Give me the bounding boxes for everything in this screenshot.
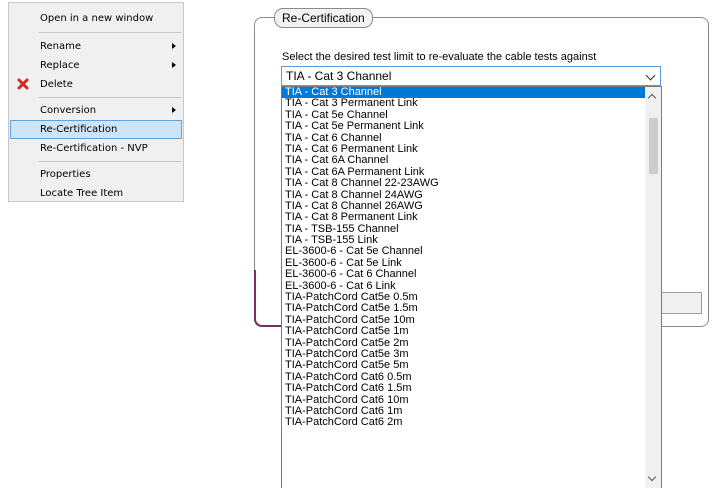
menu-separator: [39, 97, 181, 98]
menu-item-locate-tree-item[interactable]: Locate Tree Item: [10, 184, 182, 203]
menu-item-label: Open in a new window: [40, 13, 154, 24]
dropdown-option[interactable]: TIA - Cat 5e Permanent Link: [282, 120, 661, 132]
chevron-down-icon[interactable]: [645, 70, 656, 81]
menu-item-label: Conversion: [40, 105, 97, 116]
menu-item-delete[interactable]: Delete: [10, 75, 182, 94]
dropdown-option[interactable]: TIA-PatchCord Cat6 2m: [282, 416, 661, 428]
submenu-arrow-icon: [172, 43, 176, 49]
dropdown-option[interactable]: TIA-PatchCord Cat5e 1m: [282, 325, 661, 337]
delete-icon: [17, 78, 29, 90]
menu-item-label: Re-Certification: [40, 124, 118, 135]
menu-separator: [39, 32, 181, 33]
menu-item-re-certification[interactable]: Re-Certification: [10, 120, 182, 139]
menu-item-re-certification-nvp[interactable]: Re-Certification - NVP: [10, 139, 182, 158]
context-menu: Open in a new window Rename Replace Dele…: [8, 2, 184, 202]
test-limit-prompt: Select the desired test limit to re-eval…: [282, 51, 597, 63]
menu-item-label: Locate Tree Item: [40, 188, 124, 199]
menu-item-replace[interactable]: Replace: [10, 56, 182, 75]
dropdown-options: TIA - Cat 3 Channel TIA - Cat 3 Permanent…: [282, 87, 661, 429]
scroll-up-icon[interactable]: [647, 93, 657, 103]
scrollbar-thumb[interactable]: [649, 118, 658, 174]
menu-separator: [39, 161, 181, 162]
submenu-arrow-icon: [172, 62, 176, 68]
menu-item-label: Properties: [40, 169, 91, 180]
menu-item-rename[interactable]: Rename: [10, 37, 182, 56]
menu-item-properties[interactable]: Properties: [10, 165, 182, 184]
menu-item-label: Rename: [40, 41, 82, 52]
dropdown-option[interactable]: TIA - Cat 8 Channel 22-23AWG: [282, 177, 661, 189]
combobox-selected-value: TIA - Cat 3 Channel: [286, 69, 392, 83]
group-accent-border: [254, 270, 281, 327]
menu-item-conversion[interactable]: Conversion: [10, 101, 182, 120]
menu-item-label: Re-Certification - NVP: [40, 143, 148, 154]
dropdown-option[interactable]: TIA - Cat 8 Permanent Link: [282, 211, 661, 223]
menu-item-label: Replace: [40, 60, 80, 71]
menu-item-label: Delete: [40, 79, 73, 90]
test-limit-dropdown-list[interactable]: TIA - Cat 3 Channel TIA - Cat 3 Permanent…: [281, 86, 662, 488]
dropdown-option[interactable]: TIA-PatchCord Cat6 1.5m: [282, 382, 661, 394]
dropdown-scrollbar[interactable]: [645, 87, 661, 488]
submenu-arrow-icon: [172, 107, 176, 113]
group-title: Re-Certification: [274, 8, 373, 28]
dropdown-option[interactable]: EL-3600-6 - Cat 6 Channel: [282, 268, 661, 280]
test-limit-combobox[interactable]: TIA - Cat 3 Channel: [281, 66, 661, 86]
menu-item-open-new-window[interactable]: Open in a new window: [10, 9, 182, 28]
scroll-down-icon[interactable]: [647, 472, 657, 482]
